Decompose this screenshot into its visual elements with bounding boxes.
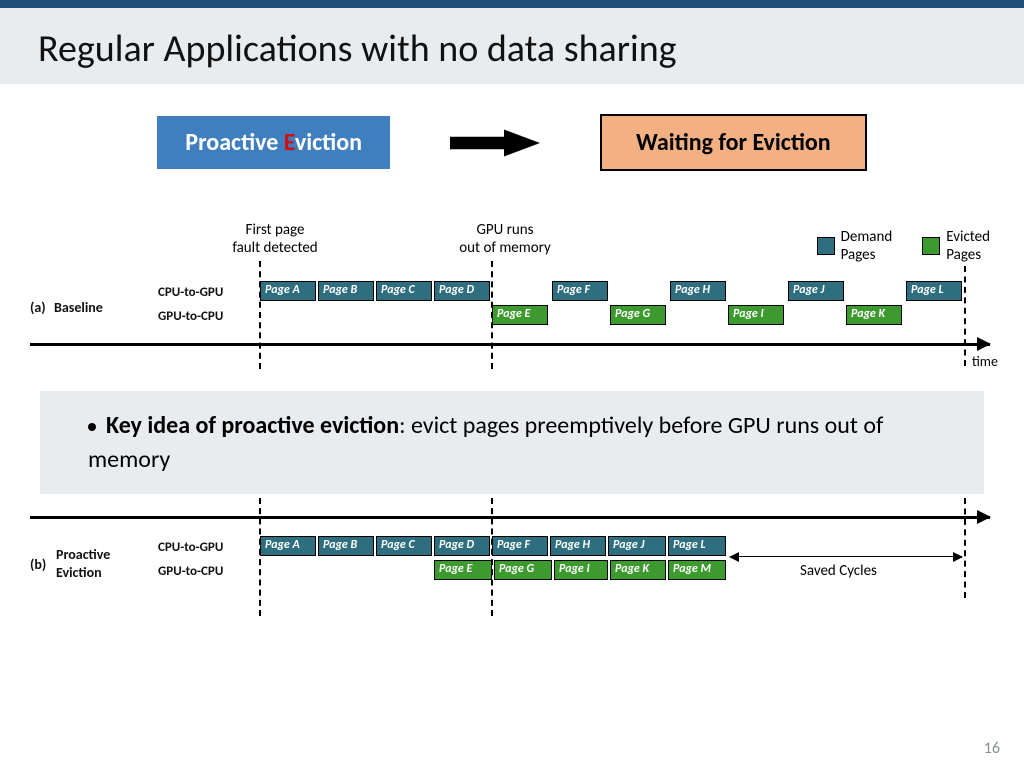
page-block: Page F — [552, 281, 608, 301]
time-axis-a — [30, 343, 990, 346]
box-left-text-b: viction — [295, 128, 362, 157]
vline-oom-b — [491, 498, 493, 616]
vline-end-b — [964, 498, 966, 598]
page-block: Page J — [788, 281, 844, 301]
vline-end — [964, 266, 966, 366]
page-block: Page D — [434, 281, 490, 301]
title-band: Regular Applications with no data sharin… — [0, 8, 1024, 84]
proactive-eviction-box: Proactive Eviction — [157, 116, 390, 169]
saved-cycles-arrow — [730, 556, 962, 557]
page-block: Page J — [608, 536, 666, 556]
vline-first-fault — [259, 261, 261, 369]
page-block: Page F — [492, 536, 548, 556]
concept-row: Proactive Eviction Waiting for Eviction — [30, 114, 994, 171]
proactive-label-a: Proactive — [56, 546, 110, 563]
page-block: Page L — [906, 281, 962, 301]
page-block: Page B — [318, 281, 374, 301]
box-left-E: E — [284, 128, 295, 157]
out-of-mem-label: GPU runs out of memory — [430, 221, 580, 257]
first-fault-label: First page fault detected — [210, 221, 340, 257]
timeline-proactive: (b) Proactive Eviction CPU-to-GPU GPU-to… — [30, 498, 994, 628]
key-idea-band: Key idea of proactive eviction: evict pa… — [40, 391, 984, 494]
slide-stage: Proactive Eviction Waiting for Eviction … — [0, 114, 1024, 628]
arrow-right-icon — [450, 129, 540, 157]
page-block: Page A — [260, 536, 316, 556]
page-block: Page I — [728, 305, 784, 325]
page-block: Page B — [318, 536, 374, 556]
key-idea-bold: Key idea of proactive eviction — [106, 411, 399, 440]
page-block: Page C — [376, 281, 432, 301]
page-block: Page H — [670, 281, 726, 301]
waiting-box: Waiting for Eviction — [600, 114, 867, 171]
baseline-label: Baseline — [54, 299, 103, 316]
page-block: Page A — [260, 281, 316, 301]
page-block: Page G — [610, 305, 666, 325]
proactive-tag: (b) — [30, 556, 46, 573]
box-left-text-a: Proactive — [185, 128, 284, 157]
page-block: Page L — [668, 536, 726, 556]
gpu2cpu-label-a: GPU-to-CPU — [158, 309, 223, 324]
proactive-label-b: Eviction — [56, 564, 102, 581]
slide-number: 16 — [984, 739, 1000, 758]
page-block: Page M — [668, 560, 726, 580]
cpu2gpu-label-b: CPU-to-GPU — [158, 540, 223, 555]
page-block: Page K — [610, 560, 666, 580]
page-block: Page C — [376, 536, 432, 556]
page-block: Page D — [434, 536, 490, 556]
page-block: Page K — [846, 305, 902, 325]
page-block: Page E — [434, 560, 492, 580]
cpu2gpu-label-a: CPU-to-GPU — [158, 285, 223, 300]
vline-first-fault-b — [259, 498, 261, 616]
saved-cycles-label: Saved Cycles — [800, 562, 877, 580]
page-block: Page I — [554, 560, 608, 580]
baseline-tag: (a) — [30, 299, 46, 316]
bullet-icon — [88, 423, 96, 431]
time-label-a: time — [972, 353, 998, 370]
gpu2cpu-label-b: GPU-to-CPU — [158, 564, 223, 579]
time-axis-b — [30, 516, 990, 519]
slide-title: Regular Applications with no data sharin… — [38, 26, 986, 72]
page-block: Page G — [494, 560, 552, 580]
top-accent-bar — [0, 0, 1024, 8]
timeline-baseline: First page fault detected GPU runs out o… — [30, 231, 994, 391]
page-block: Page H — [550, 536, 606, 556]
page-block: Page E — [492, 305, 548, 325]
